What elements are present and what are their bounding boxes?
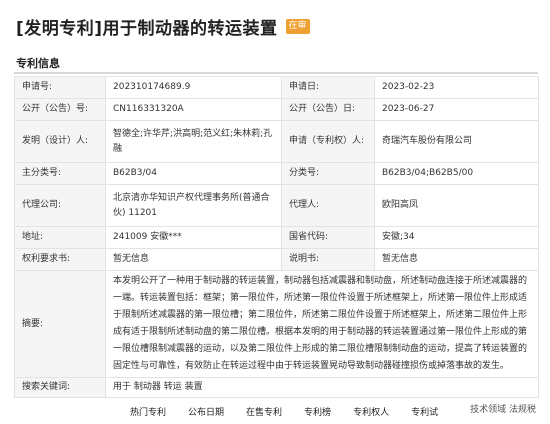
- class-number: B62B3/04;B62B5/00: [374, 162, 539, 185]
- section-title: 专利信息: [16, 57, 60, 70]
- table-row: 搜索关键词: 用于 制动器 转运 装置: [14, 377, 539, 398]
- section-divider: [14, 72, 538, 74]
- inventors: 智德全;许华芹;洪高明;范义红;朱林莉;孔融: [105, 120, 282, 163]
- tab-ranking[interactable]: 专利榜: [304, 405, 331, 418]
- application-number: 202310174689.9: [105, 76, 282, 99]
- tab-publish-date[interactable]: 公布日期: [188, 405, 224, 418]
- field-label: 地址:: [14, 226, 106, 249]
- abstract-text: 本发明公开了一种用于制动器的转运装置，制动器包括减震器和制动盘，所述制动盘连接于…: [105, 270, 539, 378]
- table-row: 摘要: 本发明公开了一种用于制动器的转运装置，制动器包括减震器和制动盘，所述制动…: [14, 270, 539, 378]
- agency: 北京清亦华知识产权代理事务所(普通合伙) 11201: [105, 184, 282, 227]
- field-label: 公开（公告）日:: [281, 98, 375, 121]
- search-keywords: 用于 制动器 转运 装置: [105, 377, 539, 398]
- table-row: 发明（设计）人: 智德全;许华芹;洪高明;范义红;朱林莉;孔融 申请（专利权）人…: [14, 120, 539, 163]
- field-label: 分类号:: [281, 162, 375, 185]
- bottom-tabs: 热门专利 公布日期 在售专利 专利榜 专利权人 专利试: [14, 398, 538, 424]
- country-code: 安徽;34: [374, 226, 539, 249]
- tab-patentee[interactable]: 专利权人: [353, 405, 389, 418]
- description: 暂无信息: [374, 248, 539, 271]
- table-row: 代理公司: 北京清亦华知识产权代理事务所(普通合伙) 11201 代理人: 欧阳…: [14, 184, 539, 227]
- table-row: 申请号: 202310174689.9 申请日: 2023-02-23: [14, 76, 539, 99]
- field-label: 主分类号:: [14, 162, 106, 185]
- field-label: 代理人:: [281, 184, 375, 227]
- agent: 欧阳高凤: [374, 184, 539, 227]
- field-label: 代理公司:: [14, 184, 106, 227]
- status-badge: 在审: [285, 19, 310, 34]
- tab-patent-test[interactable]: 专利试: [411, 405, 438, 418]
- field-label: 权利要求书:: [14, 248, 106, 271]
- publication-date: 2023-06-27: [374, 98, 539, 121]
- field-label: 申请日:: [281, 76, 375, 99]
- applicant: 奇瑞汽车股份有限公司: [374, 120, 539, 163]
- tab-on-sale[interactable]: 在售专利: [246, 405, 282, 418]
- field-label: 摘要:: [14, 270, 106, 378]
- patent-info-table: 申请号: 202310174689.9 申请日: 2023-02-23 公开（公…: [14, 76, 539, 398]
- tab-hot-patents[interactable]: 热门专利: [130, 405, 166, 418]
- main-class: B62B3/04: [105, 162, 282, 185]
- table-row: 地址: 241009 安徽*** 国省代码: 安徽;34: [14, 226, 539, 249]
- publication-number: CN116331320A: [105, 98, 282, 121]
- watermark: 技术领域 法规税: [466, 400, 540, 417]
- page-title-row: [发明专利]用于制动器的转运装置 在审: [16, 14, 310, 39]
- application-date: 2023-02-23: [374, 76, 539, 99]
- field-label: 申请号:: [14, 76, 106, 99]
- field-label: 申请（专利权）人:: [281, 120, 375, 163]
- table-row: 主分类号: B62B3/04 分类号: B62B3/04;B62B5/00: [14, 162, 539, 185]
- field-label: 说明书:: [281, 248, 375, 271]
- table-row: 公开（公告）号: CN116331320A 公开（公告）日: 2023-06-2…: [14, 98, 539, 121]
- field-label: 搜索关键词:: [14, 377, 106, 398]
- field-label: 公开（公告）号:: [14, 98, 106, 121]
- field-label: 发明（设计）人:: [14, 120, 106, 163]
- page-title: [发明专利]用于制动器的转运装置: [16, 19, 278, 39]
- field-label: 国省代码:: [281, 226, 375, 249]
- address: 241009 安徽***: [105, 226, 282, 249]
- claims: 暂无信息: [105, 248, 282, 271]
- table-row: 权利要求书: 暂无信息 说明书: 暂无信息: [14, 248, 539, 271]
